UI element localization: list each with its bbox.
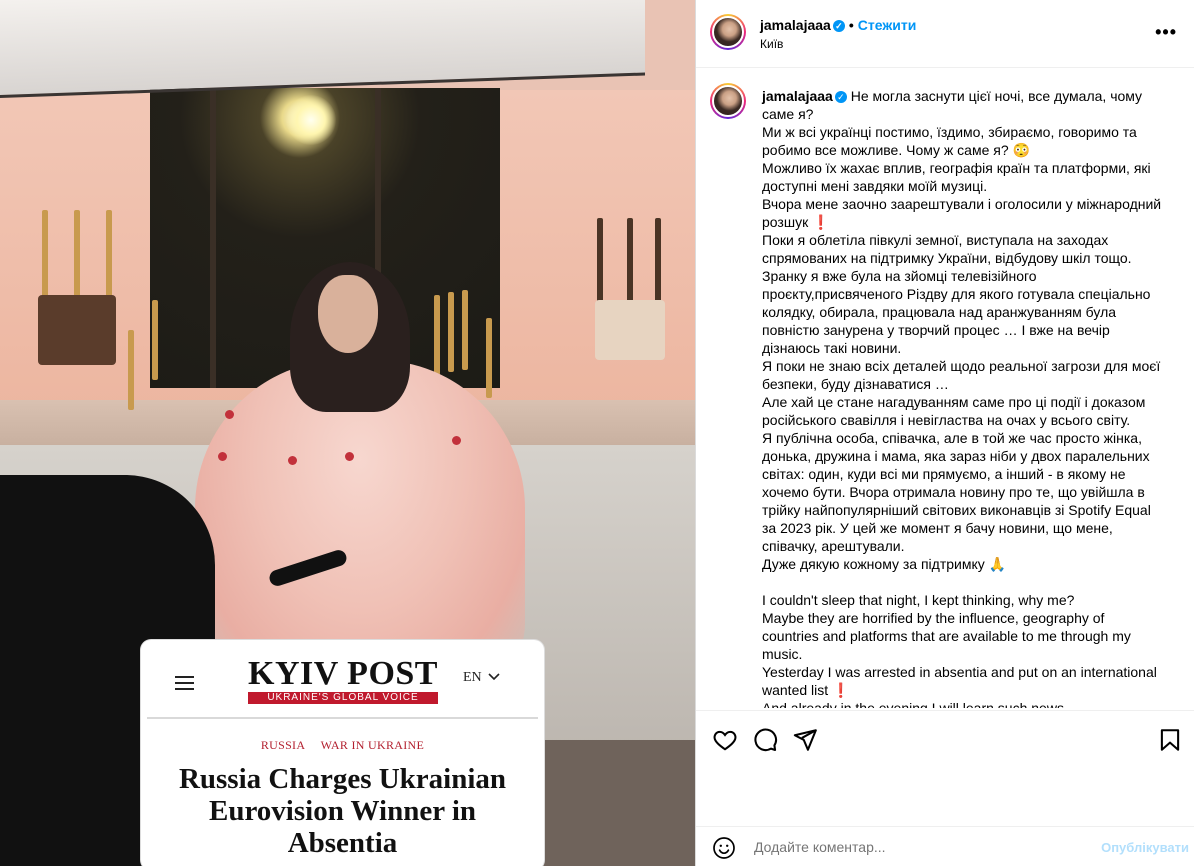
caption-line: Можливо їх жахає вплив, географія країн …	[762, 160, 1151, 194]
dress-flower	[452, 436, 461, 445]
caption-line: Зранку я вже була на зйомці телевізійног…	[762, 268, 1151, 356]
candle	[434, 295, 440, 375]
caption-line: jamalajaaa ✓ Не могла заснути цієї ночі, …	[762, 87, 1162, 123]
caption-line: Ми ж всі українці постимо, їздимо, збира…	[762, 124, 1137, 158]
caption-line: Yesterday I was arrested in absentia and…	[762, 664, 1157, 698]
post-actions	[696, 710, 1194, 831]
caption-line: Maybe they are horrified by the influenc…	[762, 610, 1131, 662]
separator-dot: •	[848, 17, 854, 33]
share-icon[interactable]	[792, 727, 818, 753]
article-tag: RUSSIA	[260, 738, 306, 752]
candle	[448, 292, 454, 372]
candle	[106, 210, 112, 300]
comment-input[interactable]	[752, 838, 1076, 856]
caption-line: I couldn't sleep that night, I kept thin…	[762, 592, 1075, 608]
caption-line: Я поки не знаю всіх деталей щодо реально…	[762, 358, 1161, 392]
image-softbox	[0, 0, 645, 98]
caption-line: Поки я облетіла півкулі земної, виступал…	[762, 232, 1132, 266]
caption-scroll-area[interactable]: jamalajaaa ✓ Не могла заснути цієї ночі, …	[696, 68, 1194, 708]
caption-line: Але хай це стане нагадуванням саме про ц…	[762, 394, 1146, 428]
heart-icon[interactable]	[712, 727, 738, 753]
bookmark-icon[interactable]	[1157, 727, 1183, 753]
kyivpost-logo: KYIV POST UKRAINE'S GLOBAL VOICE	[248, 655, 438, 704]
caption-line: Вчора мене заочно заарештували і оголоси…	[762, 196, 1162, 230]
kyivpost-logo-name: KYIV POST	[248, 655, 438, 692]
dress-flower	[225, 410, 234, 419]
more-icon[interactable]: •••	[1155, 22, 1177, 43]
caption-line: Я публічна особа, співачка, але в той же…	[762, 430, 1151, 554]
verified-icon: ✓	[834, 91, 847, 103]
post-image[interactable]: KYIV POST UKRAINE'S GLOBAL VOICE EN RUSS…	[0, 0, 695, 866]
window-frame	[210, 88, 216, 388]
candle	[655, 218, 661, 308]
location-link[interactable]: Київ	[760, 37, 783, 51]
language-label: EN	[463, 670, 482, 685]
candle-holder	[595, 300, 665, 360]
candle	[597, 218, 603, 308]
caption-line: And already in the evening I will learn …	[762, 700, 1068, 708]
hamburger-icon	[175, 672, 194, 694]
avatar[interactable]	[710, 14, 746, 50]
comment-bar: Опублікувати	[696, 826, 1194, 867]
kyivpost-logo-tagline: UKRAINE'S GLOBAL VOICE	[248, 692, 438, 704]
chevron-down-icon	[488, 673, 500, 681]
candle-holder	[38, 295, 116, 365]
emoji-icon[interactable]	[712, 836, 736, 860]
caption-username[interactable]: jamalajaaa	[762, 88, 833, 104]
dress-flower	[218, 452, 227, 461]
candle	[152, 300, 158, 380]
kyivpost-card: KYIV POST UKRAINE'S GLOBAL VOICE EN RUSS…	[141, 640, 544, 866]
candle	[627, 218, 633, 308]
follow-button[interactable]: Стежити	[858, 17, 917, 33]
article-headline: Russia Charges Ukrainian Eurovision Winn…	[178, 763, 507, 859]
dress-flower	[288, 456, 297, 465]
image-face	[318, 275, 378, 353]
card-divider	[147, 717, 538, 719]
image-lamp	[286, 95, 336, 145]
candle	[128, 330, 134, 410]
caption-line: Дуже дякую кожному за підтримку 🙏	[762, 556, 1007, 572]
username-link[interactable]: jamalajaaa	[760, 17, 831, 33]
post-side-panel: jamalajaaa ✓ • Стежити Київ ••• jamalajaaa ✓…	[695, 0, 1194, 866]
article-tag: WAR IN UKRAINE	[320, 738, 425, 752]
avatar[interactable]	[710, 83, 746, 119]
comment-icon[interactable]	[752, 727, 778, 753]
candle	[74, 210, 80, 300]
verified-icon: ✓	[832, 20, 845, 32]
candle	[486, 318, 492, 398]
publish-button[interactable]: Опублікувати	[1101, 840, 1189, 855]
post-author: jamalajaaa ✓ • Стежити	[760, 17, 916, 33]
post-header: jamalajaaa ✓ • Стежити Київ •••	[696, 0, 1194, 68]
language-selector: EN	[463, 670, 500, 686]
candle	[42, 210, 48, 300]
candle	[462, 290, 468, 370]
dress-flower	[345, 452, 354, 461]
article-tags: RUSSIA WAR IN UKRAINE	[141, 738, 544, 753]
caption: jamalajaaa ✓ Не могла заснути цієї ночі, …	[762, 87, 1162, 708]
